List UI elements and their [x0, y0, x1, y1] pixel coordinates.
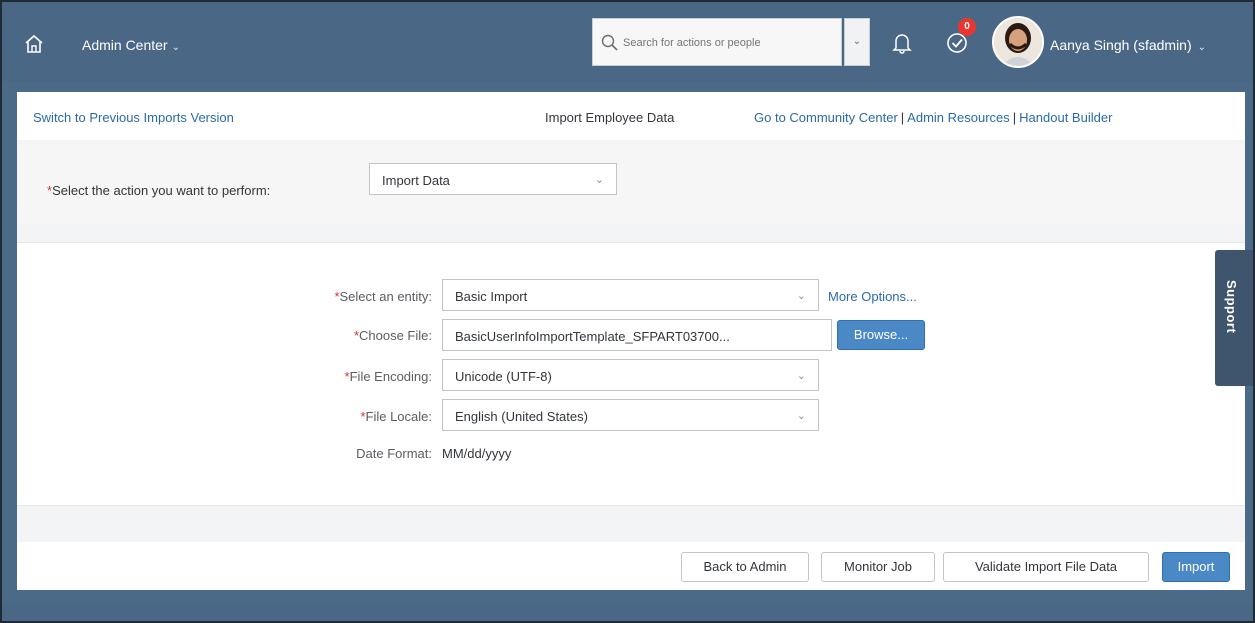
encoding-select-value: Unicode (UTF-8): [455, 369, 552, 384]
page-title: Import Employee Data: [545, 110, 675, 125]
admin-center-menu[interactable]: Admin Center ⌄: [82, 37, 180, 53]
chevron-down-icon: ⌄: [1197, 42, 1207, 53]
action-label: *Select the action you want to perform:: [47, 183, 271, 198]
notification-badge: 0: [958, 18, 976, 36]
chevron-down-icon: ⌄: [594, 174, 604, 186]
encoding-select[interactable]: Unicode (UTF-8) ⌄: [442, 359, 819, 391]
more-options-link[interactable]: More Options...: [828, 289, 917, 304]
import-form: *Select an entity: Basic Import ⌄ More O…: [17, 242, 1245, 506]
user-name: Aanya Singh (sfadmin): [1050, 37, 1192, 53]
back-to-admin-button[interactable]: Back to Admin: [681, 552, 809, 582]
page-topbar: Switch to Previous Imports Version Impor…: [17, 92, 1245, 140]
admin-resources-link[interactable]: Admin Resources: [907, 110, 1010, 125]
locale-label: *File Locale:: [360, 409, 432, 424]
shell-header: Admin Center⌄ ⌄ 0: [2, 2, 1253, 82]
entity-select[interactable]: Basic Import ⌄: [442, 279, 819, 311]
bell-icon[interactable]: [892, 32, 912, 54]
search-input[interactable]: [623, 31, 833, 55]
date-format-label: Date Format:: [356, 446, 432, 461]
validate-import-button[interactable]: Validate Import File Data: [943, 552, 1149, 582]
user-menu[interactable]: Aanya Singh (sfadmin) ⌄: [1050, 37, 1206, 53]
file-name-value: BasicUserInfoImportTemplate_SFPART03700.…: [455, 329, 730, 344]
handout-builder-link[interactable]: Handout Builder: [1019, 110, 1112, 125]
date-format-value: MM/dd/yyyy: [442, 446, 512, 461]
encoding-label: *File Encoding:: [344, 369, 432, 384]
main-content: Switch to Previous Imports Version Impor…: [17, 92, 1245, 590]
chevron-down-icon: ⌄: [796, 290, 806, 302]
chevron-down-icon: ⌄: [171, 42, 180, 53]
file-label: *Choose File:: [353, 328, 432, 343]
browse-button[interactable]: Browse...: [837, 320, 925, 350]
home-icon[interactable]: [24, 34, 44, 54]
action-select-value: Import Data: [382, 173, 450, 188]
monitor-job-button[interactable]: Monitor Job: [821, 552, 935, 582]
support-tab[interactable]: Support: [1215, 250, 1253, 386]
top-links: Go to Community Center | Admin Resources | H…: [754, 110, 1113, 125]
support-label: Support: [1224, 280, 1239, 334]
community-center-link[interactable]: Go to Community Center: [754, 110, 898, 125]
user-photo-icon: [994, 18, 1042, 66]
chevron-down-icon: ⌄: [796, 410, 806, 422]
entity-label: *Select an entity:: [334, 289, 432, 304]
locale-select[interactable]: English (United States) ⌄: [442, 399, 819, 431]
footer-actions: Back to Admin Monitor Job Validate Impor…: [17, 542, 1245, 590]
entity-select-value: Basic Import: [455, 289, 528, 304]
admin-center-title: Admin Center: [82, 37, 168, 53]
locale-select-value: English (United States): [455, 409, 588, 424]
search-scope-dropdown[interactable]: ⌄: [844, 18, 870, 66]
app-frame: Admin Center⌄ ⌄ 0: [0, 0, 1255, 623]
import-button[interactable]: Import: [1162, 552, 1230, 582]
search-box[interactable]: [592, 18, 842, 66]
action-section: *Select the action you want to perform: …: [17, 145, 1245, 225]
file-name-field[interactable]: BasicUserInfoImportTemplate_SFPART03700.…: [442, 319, 832, 351]
avatar[interactable]: [992, 16, 1044, 68]
search-icon: [601, 34, 618, 51]
chevron-down-icon: ⌄: [796, 370, 806, 382]
bottom-band: [2, 603, 1253, 621]
action-select[interactable]: Import Data ⌄: [369, 163, 617, 195]
switch-previous-version-link[interactable]: Switch to Previous Imports Version: [33, 110, 234, 125]
